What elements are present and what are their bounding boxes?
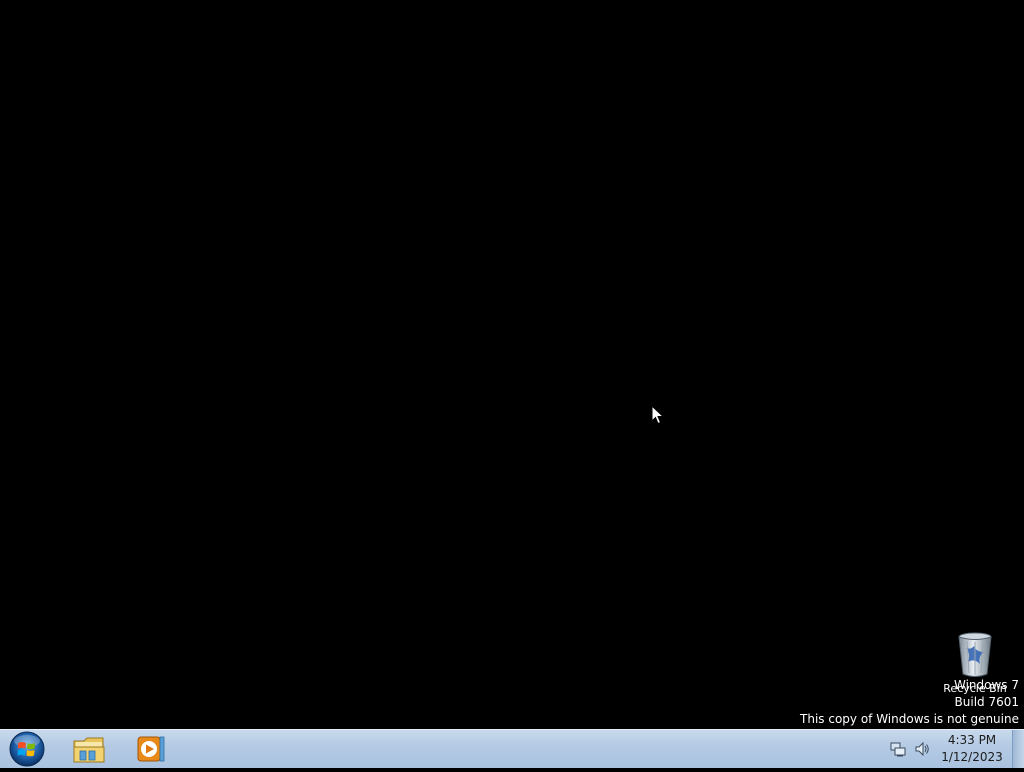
folder-icon (73, 737, 105, 763)
clock-time: 4:33 PM (947, 733, 997, 747)
windows-orb-icon (9, 731, 45, 767)
taskbar-clock[interactable]: 4:33 PM 1/12/2023 (934, 732, 1010, 766)
taskbar: 4:33 PM 1/12/2023 (0, 729, 1024, 768)
show-desktop-button[interactable] (1012, 730, 1024, 768)
recycle-bin-icon (958, 632, 992, 677)
taskbar-explorer-button[interactable] (60, 731, 118, 767)
clock-date: 1/12/2023 (941, 750, 1003, 764)
watermark-os-name: Windows 7 (953, 678, 1019, 692)
watermark-notice: This copy of Windows is not genuine (800, 712, 1019, 726)
network-icon[interactable] (890, 741, 906, 757)
system-tray: 4:33 PM 1/12/2023 (884, 730, 1024, 768)
watermark-build: Build 7601 (954, 695, 1019, 709)
media-player-icon (137, 736, 165, 762)
volume-icon[interactable] (914, 741, 930, 757)
start-button[interactable] (5, 730, 49, 768)
taskbar-media-player-button[interactable] (121, 731, 179, 767)
desktop[interactable]: Recycle Bin Windows 7 Build 7601 This co… (0, 0, 1024, 729)
mouse-pointer-icon (651, 405, 665, 425)
genuine-watermark: Windows 7 Build 7601 This copy of Window… (800, 677, 1019, 728)
